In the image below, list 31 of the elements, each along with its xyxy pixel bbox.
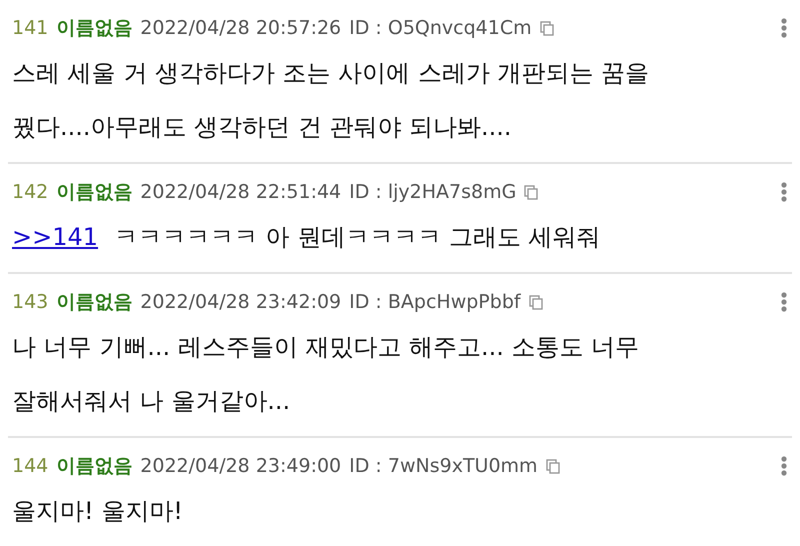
post-id: ID : ljy2HA7s8mG (349, 180, 516, 205)
copy-icon[interactable] (546, 458, 560, 474)
post-number: 141 (12, 16, 48, 41)
post-text: 꿨다....아무래도 생각하던 건 관둬야 되나봐.... (12, 112, 513, 143)
post-text: ㅋㅋㅋㅋㅋㅋ 아 뭔데ㅋㅋㅋㅋ 그래도 세워줘 (114, 222, 601, 253)
post-id: ID : BApcHwpPbbf (349, 290, 521, 315)
author-name: 이름없음 (56, 180, 132, 205)
post-text: 잘해서줘서 나 울거같아... (12, 386, 292, 417)
more-menu-icon[interactable] (780, 17, 788, 39)
copy-icon[interactable] (528, 294, 543, 310)
author-name: 이름없음 (56, 16, 132, 41)
post-number: 142 (12, 180, 48, 205)
post-text: 스레 세울 거 생각하다가 조는 사이에 스레가 개판되는 꿈을 (12, 58, 650, 89)
more-menu-icon[interactable] (780, 455, 788, 477)
copy-icon[interactable] (524, 184, 538, 200)
post-number: 144 (12, 454, 48, 479)
author-name: 이름없음 (56, 454, 132, 479)
post-text: 나 너무 기뻐... 레스주들이 재밌다고 해주고... 소통도 너무 (12, 332, 640, 363)
author-name: 이름없음 (56, 290, 132, 315)
post-id: ID : O5Qnvcq41Cm (349, 16, 532, 41)
post-datetime: 2022/04/28 22:51:44 (140, 180, 342, 205)
post-text: 울지마! 울지마! (12, 496, 184, 527)
more-menu-icon[interactable] (780, 181, 788, 203)
more-menu-icon[interactable] (780, 291, 788, 313)
post-datetime: 2022/04/28 23:49:00 (140, 454, 342, 479)
post-datetime: 2022/04/28 20:57:26 (140, 16, 342, 41)
post-number: 143 (12, 290, 48, 315)
reply-link[interactable]: >>141 (12, 210, 98, 264)
post-datetime: 2022/04/28 23:42:09 (140, 290, 342, 315)
post-id: ID : 7wNs9xTU0mm (349, 454, 538, 479)
copy-icon[interactable] (540, 20, 554, 36)
